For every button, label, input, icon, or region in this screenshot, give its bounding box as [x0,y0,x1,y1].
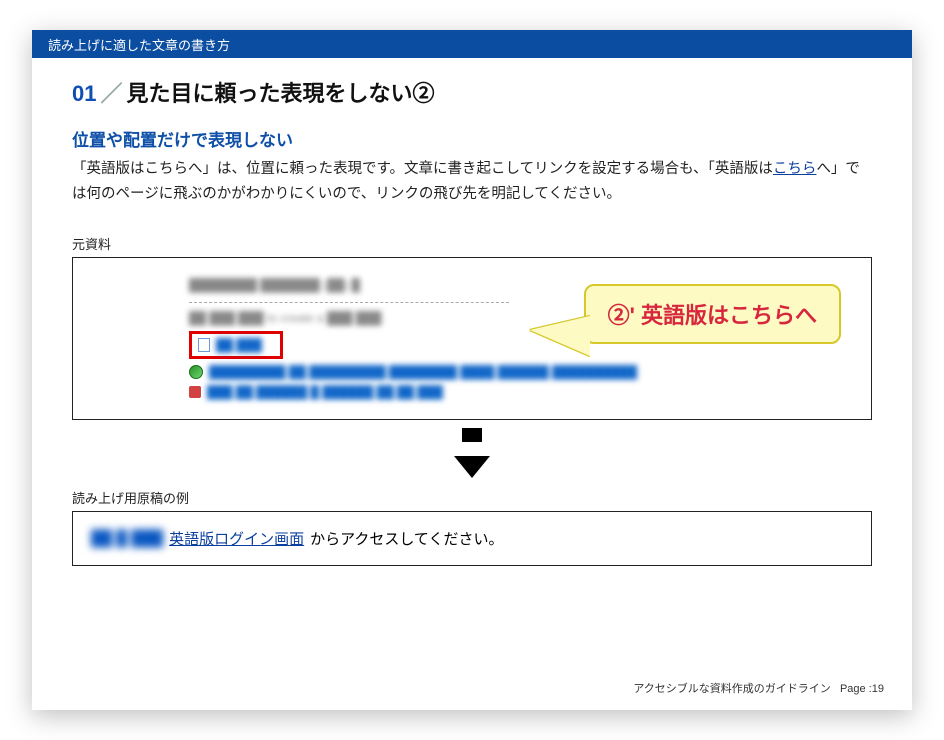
title-text: 見た目に頼った表現をしない② [127,76,435,108]
footer-page-number: 19 [872,683,884,695]
example-panel: ██ █ ███ 英語版ログイン画面からアクセスしてください。 [72,511,872,566]
title-slash: ／ [100,76,122,108]
speech-callout: ②' 英語版はこちらへ [584,284,841,344]
pdf-icon [189,386,201,398]
callout-text: ②' 英語版はこちらへ [608,303,817,328]
footer-label: アクセシブルな資料作成のガイドライン [633,683,830,695]
section-category-bar: 読み上げに適した文章の書き方 [32,30,912,58]
globe-icon [189,365,203,379]
source-panel: ████████ ███████ (██) █ ██ ███ ███ to cr… [72,257,872,420]
example-tail: からアクセスしてください。 [310,528,503,549]
blurred-link: ██ ███ [216,338,262,352]
body-text-pre: 「英語版はこちらへ」は、位置に頼った表現です。文章に書き起こしてリンクを設定する… [72,161,773,177]
section-body: 「英語版はこちらへ」は、位置に頼った表現です。文章に書き起こしてリンクを設定する… [72,157,872,206]
footer-page-prefix: Page : [840,683,872,695]
highlighted-link-box: ██ ███ [189,331,283,359]
content-area: 01 ／ 見た目に頼った表現をしない② 位置や配置だけで表現しない 「英語版はこ… [32,58,912,566]
blurred-link: █████████ ██ █████████ ████████ ████ ███… [209,365,637,379]
document-page: 読み上げに適した文章の書き方 01 ／ 見た目に頼った表現をしない② 位置や配置… [32,30,912,710]
example-line: ██ █ ███ 英語版ログイン画面からアクセスしてください。 [91,528,853,549]
page-icon [198,338,210,352]
inline-example-link[interactable]: こちら [773,161,817,177]
page-footer: アクセシブルな資料作成のガイドライン Page :19 [633,680,884,696]
divider [189,302,509,303]
source-caption: 元資料 [72,234,872,253]
section-category-label: 読み上げに適した文章の書き方 [48,35,230,54]
title-number: 01 [72,81,96,107]
arrow-down-icon [454,456,490,478]
example-link[interactable]: 英語版ログイン画面 [169,528,304,549]
arrow-down-icon [462,428,482,442]
section-heading: 位置や配置だけで表現しない [72,126,872,151]
blurred-link: ███ ██ ██████ █ ██████ ██ ██ ███ [207,385,443,399]
blurred-text: ████████ ███████ (██) █ [189,278,360,292]
page-title: 01 ／ 見た目に頼った表現をしない② [72,76,872,108]
callout-tail-icon [530,316,590,356]
example-caption: 読み上げ用原稿の例 [72,488,872,507]
blurred-text: ██ ███ ███ to create a ███ ███ [189,311,381,325]
blurred-prefix: ██ █ ███ [91,530,163,547]
